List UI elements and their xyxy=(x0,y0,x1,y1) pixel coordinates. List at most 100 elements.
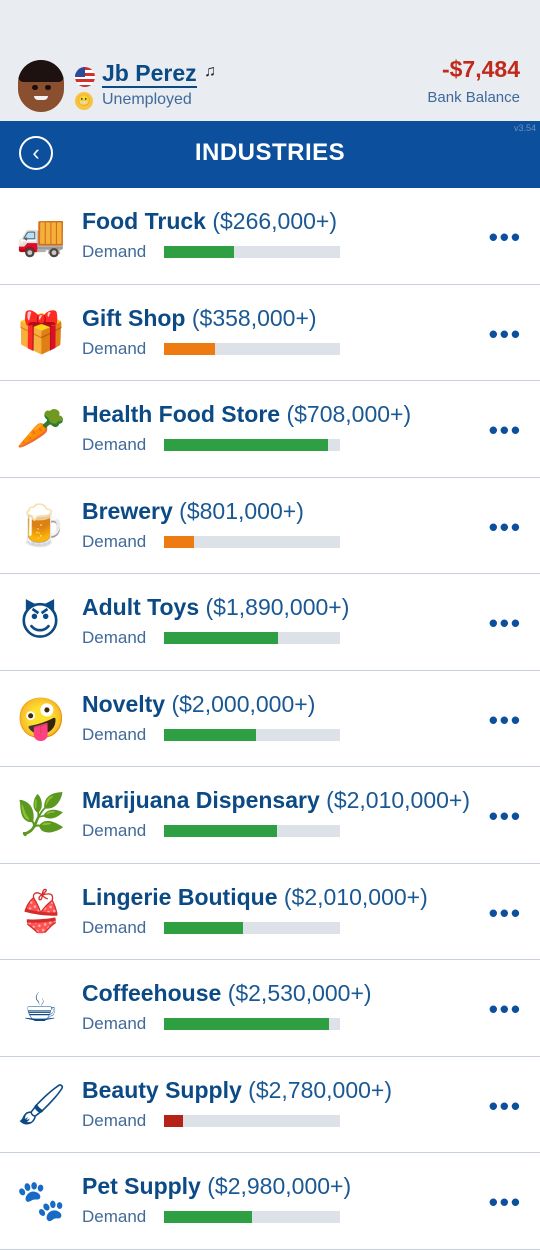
more-options-button[interactable]: ••• xyxy=(489,898,522,929)
us-flag-icon xyxy=(75,67,95,87)
industry-name: Brewery xyxy=(82,497,173,524)
demand-bar xyxy=(164,535,340,548)
demand-bar xyxy=(164,342,340,355)
more-options-button[interactable]: ••• xyxy=(489,608,522,639)
industry-price: ($708,000+) xyxy=(286,401,412,427)
demand-label: Demand xyxy=(82,435,147,454)
demand-bar-fill xyxy=(164,342,216,355)
industry-row[interactable]: 👙 Lingerie Boutique ($2,010,000+) Demand… xyxy=(0,864,540,960)
bank-balance-label: Bank Balance xyxy=(427,89,520,106)
industry-icon: 👙 xyxy=(16,889,66,934)
demand-label: Demand xyxy=(82,917,147,937)
industry-icon: 🤪 xyxy=(16,696,66,741)
industry-price: ($2,530,000+) xyxy=(227,980,372,1006)
industry-name: Food Truck xyxy=(82,208,206,234)
demand-label: Demand xyxy=(82,338,147,358)
demand-bar xyxy=(164,246,340,258)
more-options-button[interactable]: ••• xyxy=(489,1091,522,1122)
industry-price: ($2,980,000+) xyxy=(207,1173,352,1199)
industry-label: Food Truck ($266,000+) xyxy=(82,207,337,235)
title-bar: ‹ INDUSTRIES v3.54 xyxy=(0,121,540,188)
demand-bar-fill xyxy=(164,246,235,258)
demand-bar xyxy=(164,439,340,451)
industry-label: Coffeehouse ($2,530,000+) xyxy=(82,979,372,1007)
demand-label: Demand xyxy=(82,1207,147,1226)
industry-icon: 🥕 xyxy=(16,407,66,451)
industry-icon: 😈 xyxy=(19,600,61,644)
demand-bar-fill xyxy=(164,1114,184,1127)
industry-row[interactable]: 😈 Adult Toys ($1,890,000+) Demand ••• xyxy=(0,574,540,671)
demand-bar xyxy=(164,728,340,741)
industry-row[interactable]: 🌿 Marijuana Dispensary ($2,010,000+) Dem… xyxy=(0,767,540,864)
demand-label: Demand xyxy=(82,724,147,744)
industry-label: Beauty Supply ($2,780,000+) xyxy=(82,1076,392,1104)
more-options-button[interactable]: ••• xyxy=(489,801,522,832)
industry-price: ($2,000,000+) xyxy=(171,690,316,717)
more-options-button[interactable]: ••• xyxy=(489,415,522,446)
industry-icon: 🚚 xyxy=(16,214,66,258)
demand-bar xyxy=(164,1211,340,1223)
more-options-button[interactable]: ••• xyxy=(489,994,522,1025)
industry-name: Marijuana Dispensary xyxy=(82,787,320,813)
industry-label: Gift Shop ($358,000+) xyxy=(82,304,317,332)
more-options-button[interactable]: ••• xyxy=(489,512,522,543)
demand-bar-fill xyxy=(164,632,279,644)
demand-bar-fill xyxy=(164,1018,330,1030)
version-label: v3.54 xyxy=(513,123,536,133)
demand-label: Demand xyxy=(82,1110,147,1130)
industry-row[interactable]: 🐾 Pet Supply ($2,980,000+) Demand ••• xyxy=(0,1153,540,1250)
industry-label: Lingerie Boutique ($2,010,000+) xyxy=(82,883,428,911)
industry-row[interactable]: 🥕 Health Food Store ($708,000+) Demand •… xyxy=(0,381,540,478)
industry-row[interactable]: ☕ Coffeehouse ($2,530,000+) Demand ••• xyxy=(0,960,540,1057)
demand-bar xyxy=(164,1018,340,1030)
demand-label: Demand xyxy=(82,242,147,261)
industry-row[interactable]: 🤪 Novelty ($2,000,000+) Demand ••• xyxy=(0,671,540,767)
bank-balance-value: -$7,484 xyxy=(441,56,520,82)
industry-price: ($801,000+) xyxy=(179,497,304,524)
demand-bar-fill xyxy=(164,1211,252,1223)
more-options-button[interactable]: ••• xyxy=(489,319,522,350)
industry-name: Coffeehouse xyxy=(82,980,222,1006)
industry-name: Health Food Store xyxy=(82,401,281,427)
demand-bar xyxy=(164,1114,340,1127)
industry-name: Novelty xyxy=(82,690,166,717)
demand-label: Demand xyxy=(82,531,147,551)
industry-label: Marijuana Dispensary ($2,010,000+) xyxy=(82,786,470,814)
demand-bar xyxy=(164,632,340,644)
demand-bar-fill xyxy=(164,825,277,837)
industry-icon: 🖌 xyxy=(16,1082,67,1127)
industry-row[interactable]: 🎁 Gift Shop ($358,000+) Demand ••• xyxy=(0,285,540,381)
industry-label: Novelty ($2,000,000+) xyxy=(82,690,315,718)
industry-name: Pet Supply xyxy=(82,1173,201,1199)
industry-icon: 🐾 xyxy=(16,1179,66,1223)
demand-label: Demand xyxy=(82,628,147,647)
industry-row[interactable]: 🖌 Beauty Supply ($2,780,000+) Demand ••• xyxy=(0,1057,540,1153)
industry-price: ($2,010,000+) xyxy=(283,883,428,910)
status-bar-area xyxy=(0,0,540,56)
demand-bar-fill xyxy=(164,535,194,548)
industry-row[interactable]: 🍺 Brewery ($801,000+) Demand ••• xyxy=(0,478,540,574)
industry-name: Beauty Supply xyxy=(82,1076,242,1103)
player-avatar[interactable] xyxy=(18,60,64,112)
music-note-icon: ♫ xyxy=(204,63,216,80)
industry-price: ($2,010,000+) xyxy=(326,787,471,813)
industry-label: Adult Toys ($1,890,000+) xyxy=(82,593,349,621)
more-options-button[interactable]: ••• xyxy=(489,222,522,253)
industry-label: Pet Supply ($2,980,000+) xyxy=(82,1172,351,1200)
demand-bar-fill xyxy=(164,439,328,451)
industry-row[interactable]: 🚚 Food Truck ($266,000+) Demand ••• xyxy=(0,188,540,285)
industry-price: ($358,000+) xyxy=(191,304,317,331)
player-name[interactable]: Jb Perez xyxy=(102,60,197,88)
industry-name: Lingerie Boutique xyxy=(82,883,278,910)
more-options-button[interactable]: ••• xyxy=(489,705,522,736)
industry-name: Gift Shop xyxy=(82,304,186,331)
industry-label: Brewery ($801,000+) xyxy=(82,497,304,525)
demand-label: Demand xyxy=(82,821,147,840)
demand-label: Demand xyxy=(82,1014,147,1033)
demand-bar xyxy=(164,825,340,837)
demand-bar xyxy=(164,921,340,934)
industry-price: ($266,000+) xyxy=(212,208,338,234)
industry-price: ($2,780,000+) xyxy=(248,1076,393,1103)
more-options-button[interactable]: ••• xyxy=(489,1187,522,1218)
industry-icon: ☕ xyxy=(22,986,58,1030)
